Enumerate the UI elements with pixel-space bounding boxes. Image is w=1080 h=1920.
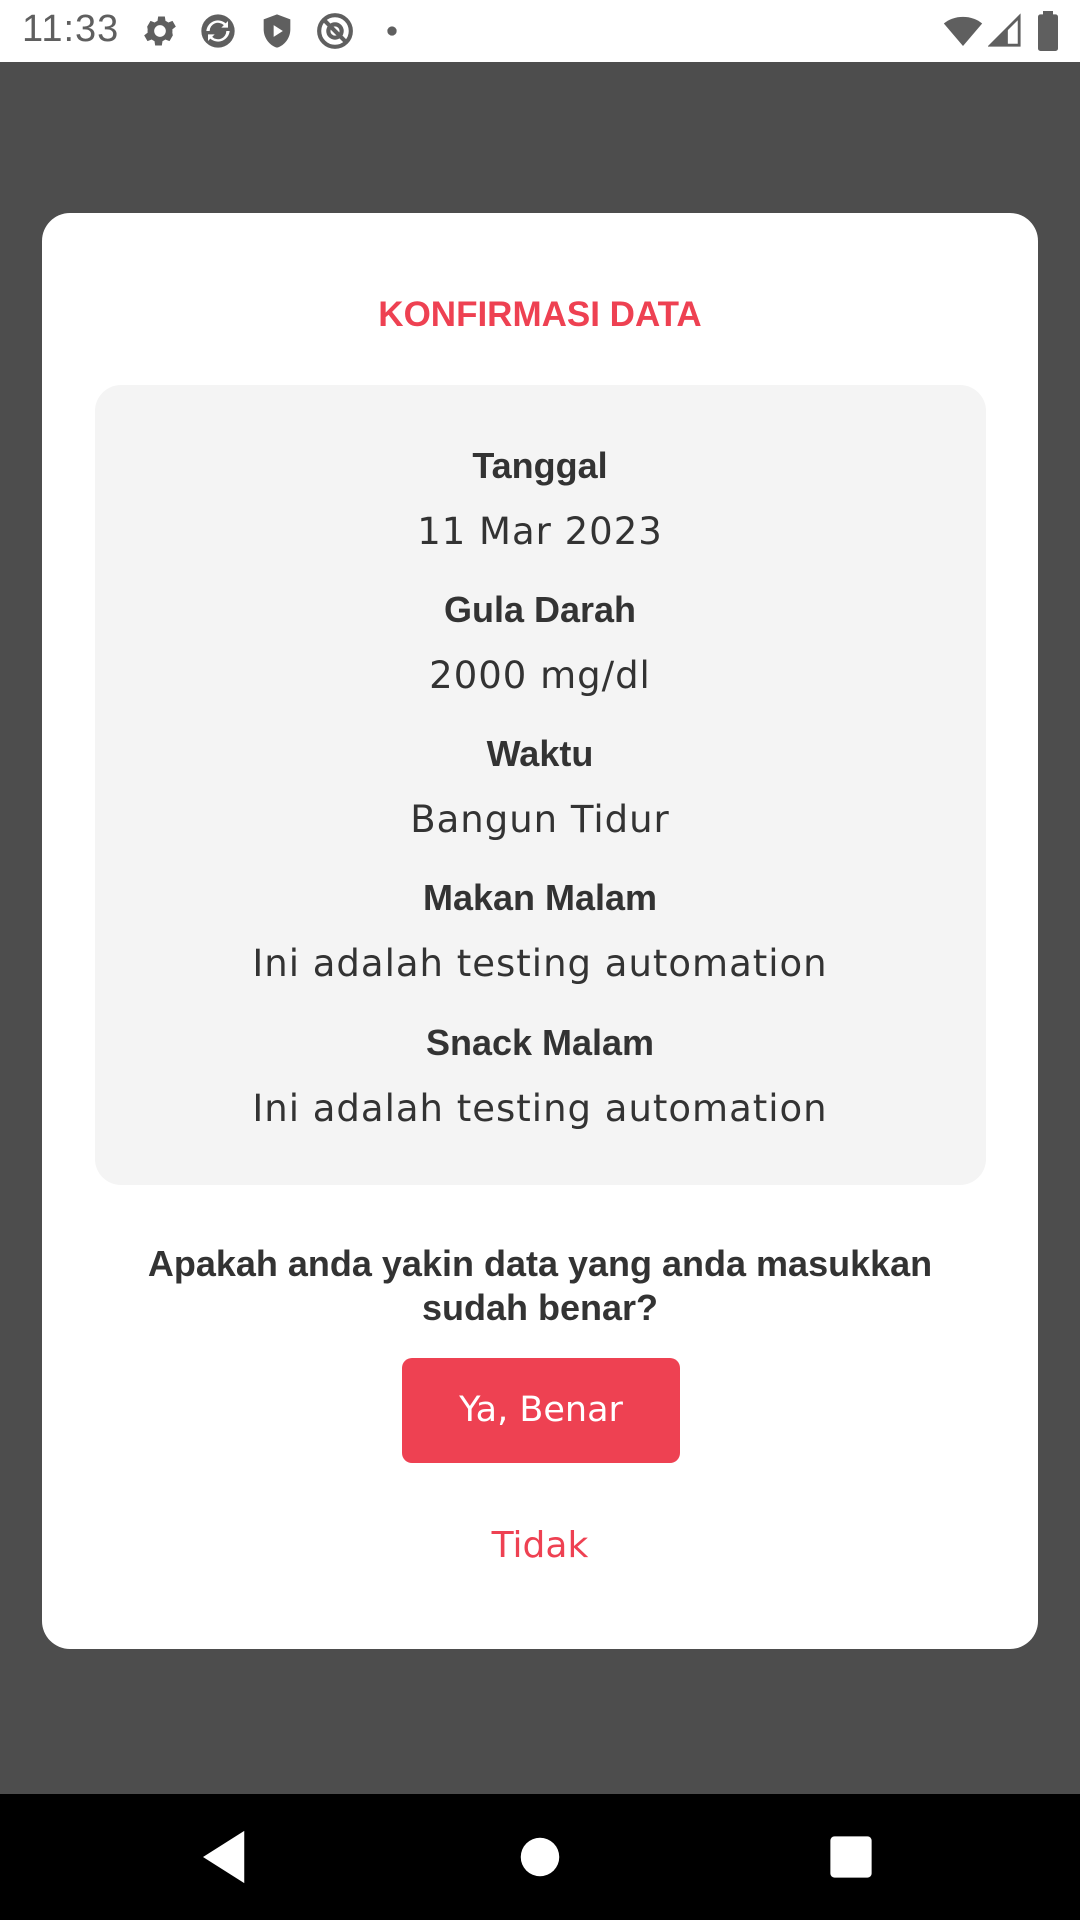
status-time: 11:33 <box>22 8 120 50</box>
confirmation-question: Apakah anda yakin data yang anda masukka… <box>147 1243 933 1328</box>
cancel-button[interactable]: Tidak <box>440 1518 640 1574</box>
back-icon[interactable] <box>192 1824 258 1890</box>
navigation-bar <box>0 1794 1080 1920</box>
field-label-makan-malam: Makan Malam <box>422 877 658 918</box>
recents-icon[interactable] <box>818 1824 884 1890</box>
at-sign-icon <box>315 11 355 51</box>
field-label-gula-darah: Gula Darah <box>443 589 637 630</box>
signal-icon <box>988 11 1022 51</box>
field-value-snack-malam: Ini adalah testing automation <box>252 1087 828 1130</box>
data-summary-panel <box>95 385 986 1185</box>
field-value-gula-darah: 2000 mg/dl <box>429 654 651 697</box>
field-label-waktu: Waktu <box>486 733 594 774</box>
battery-icon <box>1034 11 1062 51</box>
wifi-icon <box>942 11 984 51</box>
confirm-button[interactable]: Ya, Benar <box>402 1358 680 1463</box>
field-value-waktu: Bangun Tidur <box>410 798 670 841</box>
status-bar: 11:33 <box>0 0 1080 62</box>
field-value-makan-malam: Ini adalah testing automation <box>252 942 828 985</box>
screen: 11:33 KONFIRMASI DATA Tanggal 11 Mar 202 <box>0 0 1080 1920</box>
sync-icon <box>198 11 238 51</box>
field-value-tanggal: 11 Mar 2023 <box>417 510 663 553</box>
shield-play-icon <box>257 11 297 51</box>
gear-icon <box>140 11 180 51</box>
dialog-title: KONFIRMASI DATA <box>378 295 702 334</box>
dot-icon <box>378 11 406 51</box>
field-label-snack-malam: Snack Malam <box>425 1022 655 1063</box>
home-icon[interactable] <box>507 1824 573 1890</box>
field-label-tanggal: Tanggal <box>472 445 608 486</box>
